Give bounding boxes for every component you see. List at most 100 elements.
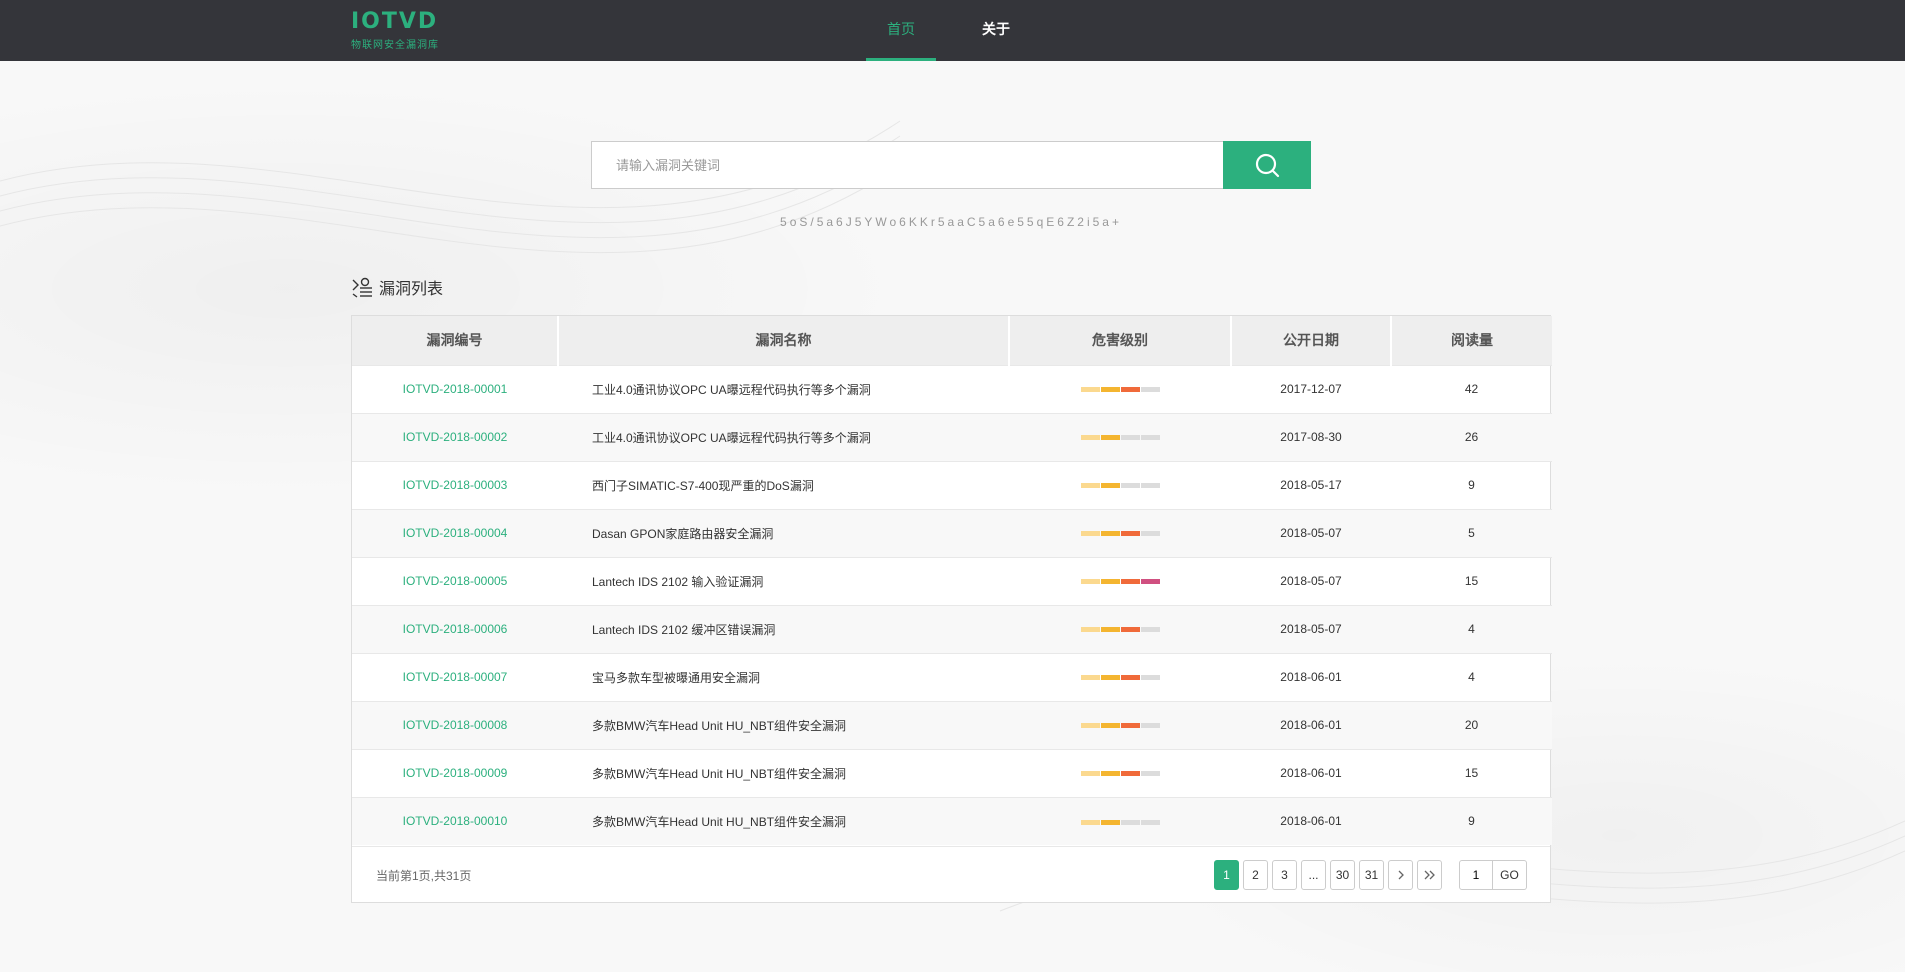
nav-about[interactable]: 关于 [966, 0, 1026, 61]
level-segment [1120, 723, 1140, 729]
vuln-id-link[interactable]: IOTVD-2018-00005 [403, 574, 508, 588]
level-segment [1120, 579, 1140, 585]
vuln-id-cell: IOTVD-2018-00001 [352, 365, 558, 413]
vuln-name-cell: 多款BMW汽车Head Unit HU_NBT组件安全漏洞 [592, 718, 847, 733]
vuln-views-cell: 20 [1464, 718, 1479, 732]
table-row: IOTVD-2018-00009 多款BMW汽车Head Unit HU_NBT组… [352, 749, 1552, 797]
vuln-id-link[interactable]: IOTVD-2018-00003 [403, 478, 508, 492]
vuln-level-cell [1009, 461, 1231, 509]
level-segment [1140, 387, 1160, 393]
logo-subtitle: 物联网安全漏洞库 [351, 40, 439, 51]
section-heading: 漏洞列表 [351, 275, 443, 299]
vuln-id-link[interactable]: IOTVD-2018-00007 [403, 670, 508, 684]
page-ellipsis: ... [1301, 860, 1326, 890]
vuln-date-cell: 2018-06-01 [1280, 718, 1342, 732]
vuln-id-cell: IOTVD-2018-00010 [352, 797, 558, 845]
logo-text: IOTVD [351, 9, 439, 34]
hazard-level-bar [1080, 531, 1160, 537]
site-logo[interactable]: IOTVD 物联网安全漏洞库 [351, 10, 451, 52]
bug-list-icon [352, 277, 372, 298]
vuln-id-link[interactable]: IOTVD-2018-00008 [403, 718, 508, 732]
vuln-level-cell [1009, 365, 1231, 413]
search-input[interactable] [591, 141, 1223, 189]
vuln-level-cell [1009, 653, 1231, 701]
vuln-date-cell: 2018-06-01 [1280, 814, 1342, 829]
vulnerability-table: 漏洞编号 漏洞名称 危害级别 公开日期 阅读量 IOTVD-2018-00001… [352, 316, 1552, 845]
last-page-button[interactable] [1417, 860, 1442, 890]
vuln-id-cell: IOTVD-2018-00003 [352, 461, 558, 509]
vuln-id-cell: IOTVD-2018-00002 [352, 413, 558, 461]
vuln-id-link[interactable]: IOTVD-2018-00010 [403, 814, 508, 828]
vuln-views-cell: 26 [1464, 430, 1479, 444]
level-segment [1140, 819, 1160, 825]
level-segment [1080, 771, 1100, 777]
vuln-date-cell: 2017-12-07 [1280, 382, 1342, 396]
column-header-id: 漏洞编号 [352, 316, 559, 365]
page-info: 当前第1页,共31页 [376, 869, 472, 883]
search-bar [591, 141, 1311, 189]
level-segment [1100, 771, 1120, 777]
page-button-2[interactable]: 2 [1243, 860, 1268, 890]
level-segment [1140, 723, 1160, 729]
level-segment [1080, 819, 1100, 825]
hazard-level-bar [1080, 387, 1160, 393]
vuln-views-cell: 5 [1468, 526, 1475, 540]
vuln-level-cell [1009, 797, 1231, 845]
vuln-id-link[interactable]: IOTVD-2018-00002 [403, 430, 508, 444]
vuln-name-cell: 宝马多款车型被曝通用安全漏洞 [592, 670, 761, 685]
vuln-id-link[interactable]: IOTVD-2018-00006 [403, 622, 508, 636]
hazard-level-bar [1080, 819, 1160, 825]
page-button-3[interactable]: 3 [1272, 860, 1297, 890]
level-segment [1080, 723, 1100, 729]
vulnerability-table-panel: 漏洞编号 漏洞名称 危害级别 公开日期 阅读量 IOTVD-2018-00001… [351, 315, 1552, 903]
page-jump: GO [1459, 860, 1527, 890]
level-segment [1100, 483, 1120, 489]
level-segment [1100, 723, 1120, 729]
hazard-level-bar [1080, 675, 1160, 681]
level-segment [1100, 387, 1120, 393]
vuln-views-cell: 42 [1464, 382, 1479, 396]
page-button-30[interactable]: 30 [1330, 860, 1355, 890]
level-segment [1140, 435, 1160, 441]
go-button[interactable]: GO [1493, 860, 1527, 890]
vuln-level-cell [1009, 509, 1231, 557]
level-segment [1080, 579, 1100, 585]
top-navigation-bar: IOTVD 物联网安全漏洞库 首页 关于 [0, 0, 1905, 61]
level-segment [1120, 627, 1140, 633]
hazard-level-bar [1080, 627, 1160, 633]
next-page-button[interactable] [1388, 860, 1413, 890]
vuln-name-cell: Lantech IDS 2102 输入验证漏洞 [592, 574, 764, 589]
table-row: IOTVD-2018-00003 西门子SIMATIC-S7-400现严重的DoS… [352, 461, 1552, 509]
double-chevron-right-icon [1424, 870, 1435, 880]
vuln-level-cell [1009, 749, 1231, 797]
table-body: IOTVD-2018-00001 工业4.0通讯协议OPC UA曝远程代码执行等多… [352, 365, 1552, 845]
level-segment [1100, 819, 1120, 825]
vuln-level-cell [1009, 605, 1231, 653]
vuln-date-cell: 2018-05-07 [1280, 622, 1342, 636]
hazard-level-bar [1080, 723, 1160, 729]
vuln-id-cell: IOTVD-2018-00004 [352, 509, 558, 557]
search-button[interactable] [1223, 141, 1311, 189]
level-segment [1140, 771, 1160, 777]
page-jump-input[interactable] [1459, 860, 1493, 890]
vuln-id-link[interactable]: IOTVD-2018-00001 [403, 382, 508, 396]
vuln-level-cell [1009, 413, 1231, 461]
vuln-id-cell: IOTVD-2018-00007 [352, 653, 558, 701]
vuln-views-cell: 4 [1468, 622, 1475, 636]
table-row: IOTVD-2018-00007 宝马多款车型被曝通用安全漏洞 2018-06-01… [352, 653, 1552, 701]
table-row: IOTVD-2018-00008 多款BMW汽车Head Unit HU_NBT组… [352, 701, 1552, 749]
vuln-level-cell [1009, 701, 1231, 749]
vuln-date-cell: 2017-08-30 [1280, 430, 1342, 444]
vuln-name-cell: 西门子SIMATIC-S7-400现严重的DoS漏洞 [592, 478, 814, 493]
page-button-31[interactable]: 31 [1359, 860, 1384, 890]
chevron-right-icon [1398, 870, 1404, 880]
vuln-views-cell: 4 [1468, 670, 1475, 684]
vuln-id-link[interactable]: IOTVD-2018-00004 [403, 526, 508, 540]
vuln-date-cell: 2018-05-07 [1280, 526, 1342, 540]
nav-home[interactable]: 首页 [866, 0, 936, 61]
table-row: IOTVD-2018-00001 工业4.0通讯协议OPC UA曝远程代码执行等多… [352, 365, 1552, 413]
page-button-1[interactable]: 1 [1214, 860, 1239, 890]
level-segment [1080, 483, 1100, 489]
level-segment [1120, 531, 1140, 537]
vuln-id-link[interactable]: IOTVD-2018-00009 [403, 766, 508, 780]
